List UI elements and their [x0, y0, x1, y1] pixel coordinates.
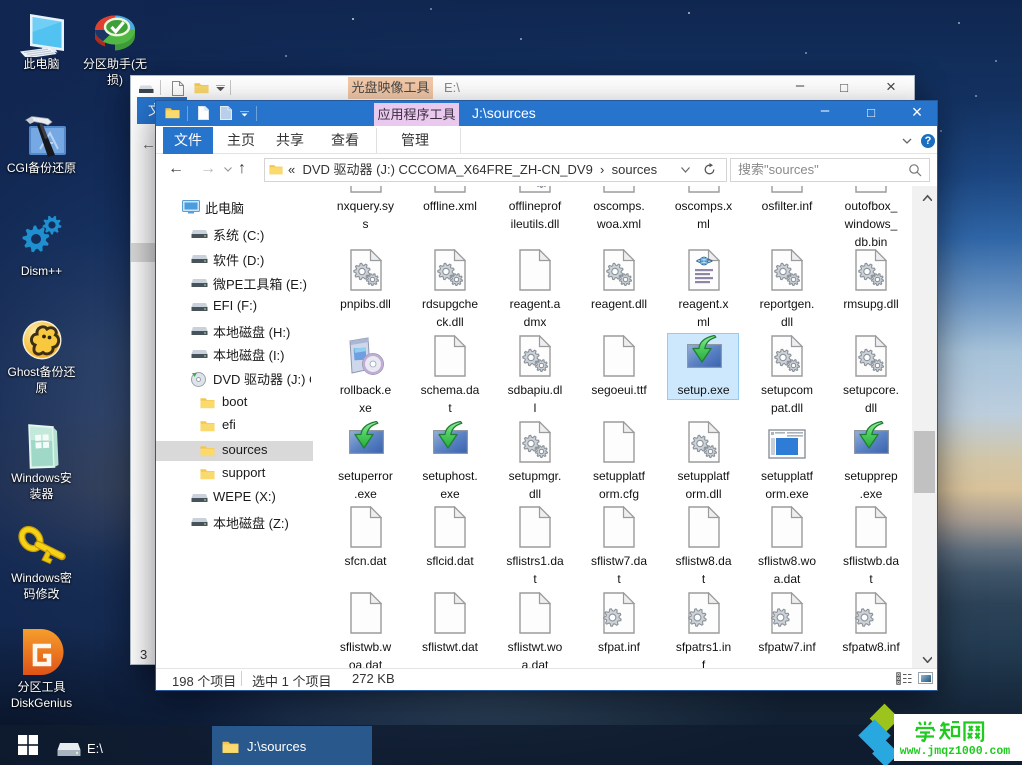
svg-text:>: >: [707, 256, 712, 266]
